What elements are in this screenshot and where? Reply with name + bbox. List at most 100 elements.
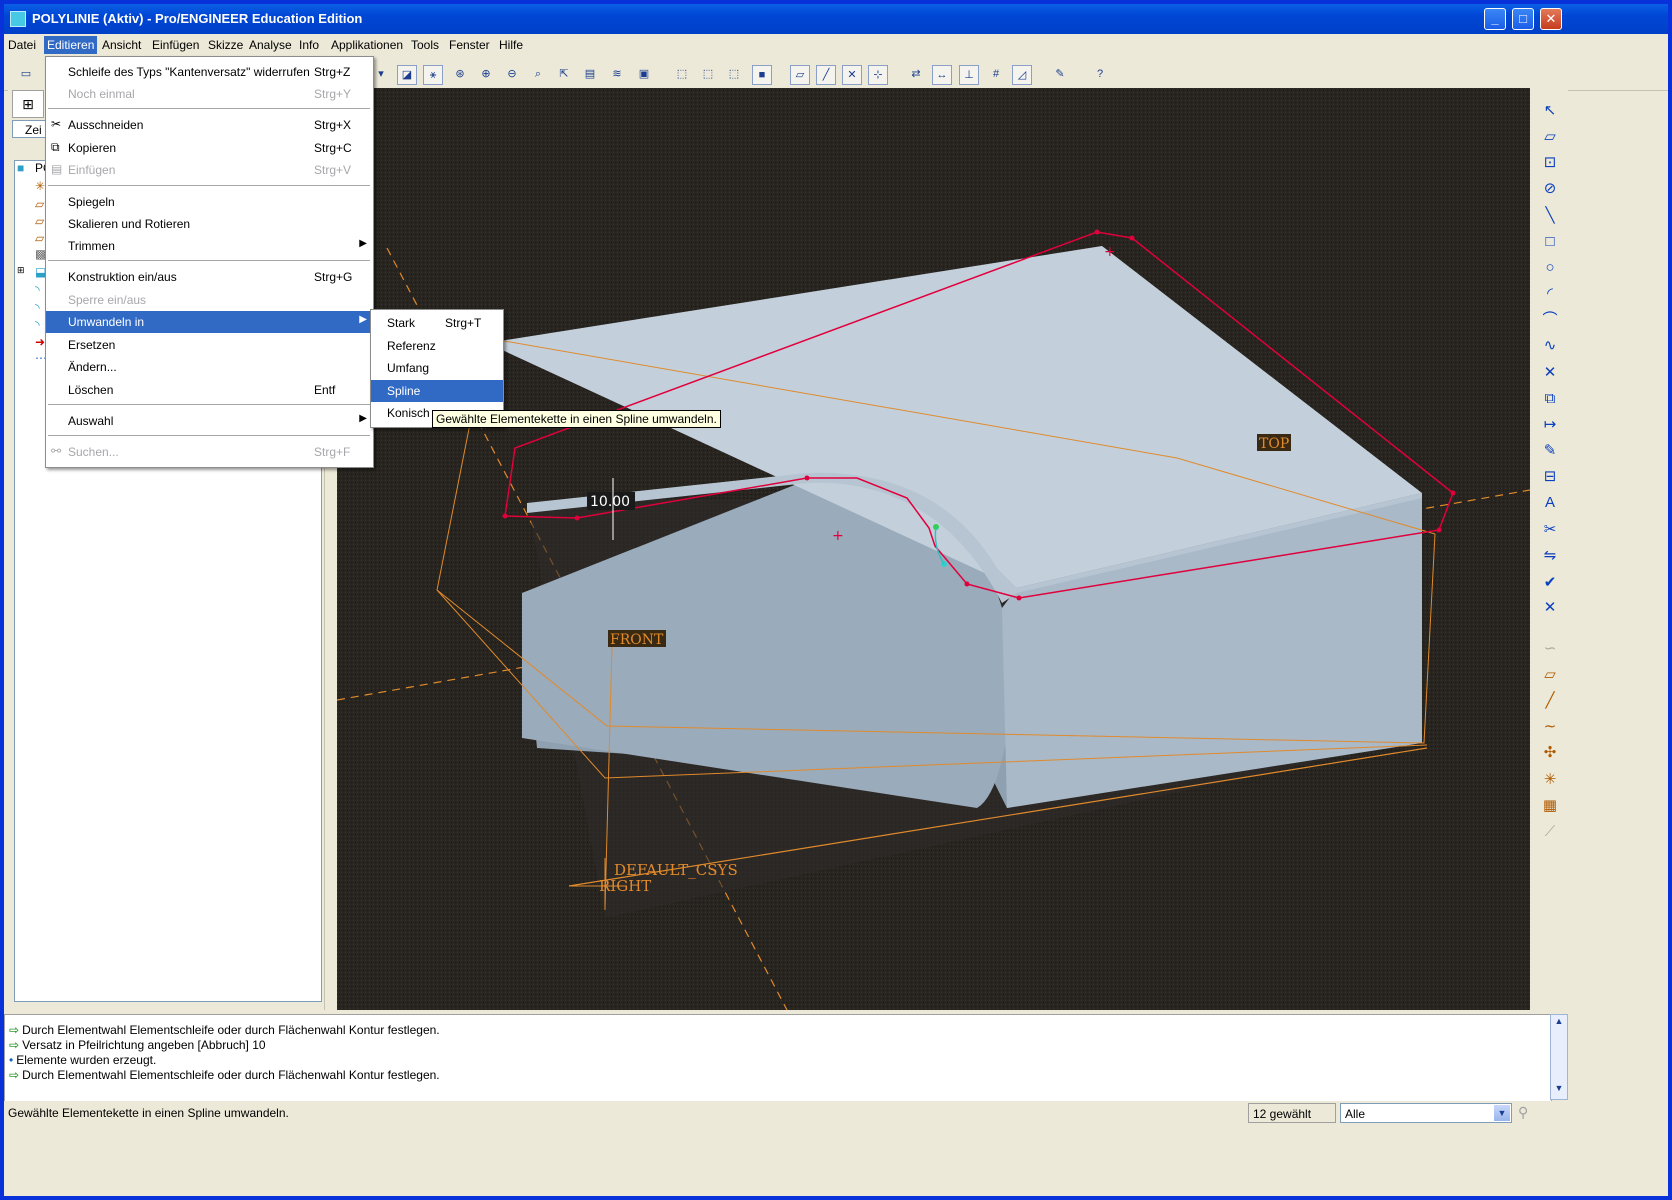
mirror-icon[interactable]: ⇋ <box>1539 545 1561 567</box>
menu-applikationen[interactable]: Applikationen <box>331 38 403 52</box>
message-scrollbar[interactable]: ▲ ▼ <box>1550 1014 1568 1100</box>
datum-axes-icon[interactable]: ╱ <box>816 65 836 85</box>
menu-mirror[interactable]: Spiegeln <box>46 191 373 213</box>
sketch-vertex[interactable] <box>1016 595 1022 601</box>
scroll-up-icon[interactable]: ▲ <box>1552 1016 1566 1030</box>
menu-paste[interactable]: ▤ Einfügen Strg+V <box>46 159 373 181</box>
zoom-in-icon[interactable]: ⊕ <box>476 65 496 85</box>
graphics-viewport[interactable]: + + 10.00 TOP FRONT DEFAULT_CSYS RIGHT <box>337 88 1530 1010</box>
menu-analyse[interactable]: Analyse <box>249 38 292 52</box>
tree-round-icon[interactable]: ◝ <box>35 318 40 332</box>
menu-editieren[interactable]: Editieren <box>44 36 98 54</box>
scroll-down-icon[interactable]: ▼ <box>1552 1083 1566 1097</box>
orient-mode-icon[interactable]: ⊛ <box>450 65 470 85</box>
menu-convert-spline[interactable]: Spline <box>371 380 503 402</box>
hidden-line-icon[interactable]: ⬚ <box>698 65 718 85</box>
menu-redo[interactable]: Noch einmal Strg+Y <box>46 83 373 105</box>
toggle-vertices-icon[interactable]: ◿ <box>1012 65 1032 85</box>
use-edge-icon[interactable]: ⧉ <box>1539 388 1561 410</box>
fillet-icon[interactable]: ⌒ <box>1539 309 1561 331</box>
datum-planes-icon[interactable]: ▱ <box>790 65 810 85</box>
menu-convert-perimeter[interactable]: Umfang <box>371 357 503 379</box>
text-icon[interactable]: A <box>1539 492 1561 514</box>
tree-round-icon[interactable]: ◝ <box>35 301 40 315</box>
menu-ansicht[interactable]: Ansicht <box>102 38 141 52</box>
menu-construction-toggle[interactable]: Konstruktion ein/aus Strg+G <box>46 266 373 288</box>
menu-convert-reference[interactable]: Referenz <box>371 335 503 357</box>
sketch-view-icon[interactable]: ⊡ <box>1539 152 1561 174</box>
sketch-orientation-icon[interactable]: ⇄ <box>906 65 926 85</box>
circle-icon[interactable]: ○ <box>1539 257 1561 279</box>
sketch-vertex[interactable] <box>1094 229 1100 235</box>
menu-skizze[interactable]: Skizze <box>208 38 243 52</box>
context-help-icon[interactable]: ? <box>1090 65 1110 85</box>
point-icon[interactable]: ✕ <box>1539 362 1561 384</box>
datum-point-tool-icon[interactable]: ✣ <box>1539 742 1561 764</box>
datum-points-icon[interactable]: ✕ <box>842 65 862 85</box>
menu-delete[interactable]: Löschen Entf <box>46 379 373 401</box>
spin-center-icon[interactable]: ⚹ <box>423 65 443 85</box>
chevron-down-icon[interactable]: ▼ <box>1494 1105 1510 1121</box>
menu-convert-to[interactable]: Umwandeln in ▶ <box>46 311 373 333</box>
menu-modify[interactable]: Ändern... <box>46 356 373 378</box>
sketch-vertex[interactable] <box>1436 527 1442 533</box>
view-manager-icon[interactable]: ▣ <box>634 65 654 85</box>
sketch-vertex[interactable] <box>574 515 580 521</box>
menu-copy[interactable]: ⧉ Kopieren Strg+C <box>46 137 373 159</box>
reorient-icon[interactable]: ⇱ <box>554 65 574 85</box>
toggle-grid-icon[interactable]: # <box>986 65 1006 85</box>
tree-plane-icon[interactable]: ▱ <box>35 214 44 228</box>
title-bar[interactable]: POLYLINIE (Aktiv) - Pro/ENGINEER Educati… <box>4 4 1668 34</box>
close-button[interactable]: ✕ <box>1540 8 1562 30</box>
analysis-tool-icon[interactable]: ▦ <box>1539 795 1561 817</box>
tree-plane-icon[interactable]: ▱ <box>35 231 44 245</box>
tree-settings-button[interactable]: Zei <box>12 120 46 138</box>
coordinate-systems-icon[interactable]: ⊹ <box>868 65 888 85</box>
menu-tools[interactable]: Tools <box>411 38 439 52</box>
menu-undo[interactable]: Schleife des Typs "Kantenversatz" widerr… <box>46 61 373 83</box>
modify-icon[interactable]: ✎ <box>1539 440 1561 462</box>
menu-einfuegen[interactable]: Einfügen <box>152 38 199 52</box>
zoom-out-icon[interactable]: ⊖ <box>502 65 522 85</box>
toggle-dimensions-icon[interactable]: ↔ <box>932 65 952 85</box>
toolbar-dropdown-icon[interactable]: ▾ <box>371 65 391 85</box>
model-tree-tab-icon[interactable]: ⊞ <box>12 90 44 118</box>
arc-icon[interactable]: ◜ <box>1539 283 1561 305</box>
tree-csys-icon[interactable]: ✳ <box>35 179 45 193</box>
datum-plane-tool-icon[interactable]: ▱ <box>1539 664 1561 686</box>
menu-scale-rotate[interactable]: Skalieren und Rotieren <box>46 213 373 235</box>
menu-lock-toggle[interactable]: Sperre ein/aus <box>46 289 373 311</box>
accept-icon[interactable]: ✔ <box>1539 572 1561 594</box>
shading-icon[interactable]: ■ <box>752 65 772 85</box>
saved-views-icon[interactable]: ▤ <box>580 65 600 85</box>
datum-label-front[interactable]: FRONT <box>610 632 664 648</box>
sketch-plane-icon[interactable]: ▱ <box>1539 126 1561 148</box>
tree-plane-icon[interactable]: ▱ <box>35 197 44 211</box>
datum-label-top[interactable]: TOP <box>1259 436 1289 452</box>
cancel-icon[interactable]: ✕ <box>1539 597 1561 619</box>
sketch-vertex[interactable] <box>964 581 970 587</box>
no-hidden-icon[interactable]: ⬚ <box>724 65 744 85</box>
minimize-button[interactable]: _ <box>1484 8 1506 30</box>
tree-expand-icon[interactable]: ⊞ <box>17 265 25 276</box>
sketch-diagnostics-icon[interactable]: ✎ <box>1050 65 1070 85</box>
menu-info[interactable]: Info <box>299 38 319 52</box>
rectangle-icon[interactable]: □ <box>1539 231 1561 253</box>
maximize-button[interactable]: □ <box>1512 8 1534 30</box>
line-icon[interactable]: ╲ <box>1539 205 1561 227</box>
menu-selection[interactable]: Auswahl ▶ <box>46 410 373 432</box>
trim-icon[interactable]: ✂ <box>1539 519 1561 541</box>
menu-hilfe[interactable]: Hilfe <box>499 38 523 52</box>
dimension-value[interactable]: 10.00 <box>590 494 630 510</box>
references-icon[interactable]: ⊘ <box>1539 178 1561 200</box>
sketch-vertex[interactable] <box>502 513 508 519</box>
select-icon[interactable]: ↖ <box>1539 100 1561 122</box>
layers-icon[interactable]: ≋ <box>607 65 627 85</box>
menu-trim[interactable]: Trimmen ▶ <box>46 235 373 257</box>
model-view[interactable]: + + 10.00 TOP FRONT DEFAULT_CSYS RIGHT <box>337 88 1530 1010</box>
spline-icon[interactable]: ∿ <box>1539 335 1561 357</box>
wireframe-icon[interactable]: ⬚ <box>672 65 692 85</box>
menu-search[interactable]: ⚯ Suchen... Strg+F <box>46 441 373 463</box>
insert-here-icon[interactable]: ➜ <box>35 335 45 349</box>
new-file-icon[interactable]: ▭ <box>16 65 36 85</box>
